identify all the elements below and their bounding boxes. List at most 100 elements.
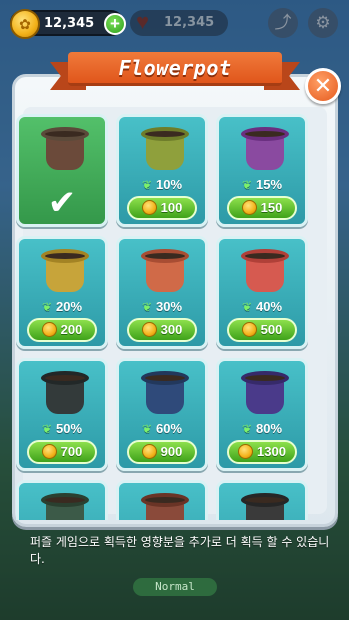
sprout-icon: ❦: [241, 422, 253, 436]
pot-bonus: ❦ 15%: [219, 177, 305, 192]
pot-bonus: ❦ 40%: [219, 299, 305, 314]
flowerpot-icon: [41, 371, 89, 415]
coin-icon: [141, 444, 157, 459]
flowerpot-icon: [41, 249, 89, 293]
pot-rim: [241, 127, 289, 141]
top-hud: ✿ 12,345 + ♥ 12,345 ⤴ ⚙: [10, 8, 339, 39]
sprout-icon: ❦: [41, 422, 53, 436]
pot-bonus: ❦ 80%: [219, 421, 305, 436]
heart-amount: 12,345: [164, 15, 215, 30]
pot-body: [246, 136, 284, 170]
add-coins-button[interactable]: +: [104, 13, 126, 35]
pot-body: [146, 136, 184, 170]
pot-card[interactable]: ❦ 20% 200: [16, 236, 108, 349]
pot-price: 100: [160, 200, 183, 215]
pot-price: 1300: [257, 444, 286, 459]
pot-bonus: ❦ 20%: [19, 299, 105, 314]
share-button[interactable]: ⤴: [268, 8, 298, 38]
sprout-icon: ❦: [141, 300, 153, 314]
pot-card[interactable]: ❦ 15% 150: [216, 114, 308, 227]
pot-rim: [41, 493, 89, 507]
pot-bonus: ❦ 10%: [119, 177, 205, 192]
buy-pot-button[interactable]: 900: [127, 440, 197, 464]
close-button[interactable]: ✕: [305, 68, 341, 104]
pot-rim: [241, 493, 289, 507]
pot-rim: [241, 371, 289, 385]
coin-icon: [141, 322, 157, 337]
modal-title-ribbon: Flowerpot: [50, 52, 300, 90]
buy-pot-button[interactable]: 100: [127, 196, 197, 220]
flowerpot-icon: [241, 249, 289, 293]
pot-bonus-value: 60%: [156, 421, 183, 436]
flowerpot-icon: [141, 127, 189, 171]
pot-rim: [41, 127, 89, 141]
sprout-icon: ❦: [141, 178, 153, 192]
pot-bonus: ❦ 60%: [119, 421, 205, 436]
pot-body: [246, 380, 284, 414]
buy-pot-button[interactable]: 700: [27, 440, 97, 464]
buy-pot-button[interactable]: 500: [227, 318, 297, 342]
sprout-icon: ❦: [241, 300, 253, 314]
buy-pot-button[interactable]: 1300: [227, 440, 297, 464]
modal-title: Flowerpot: [118, 55, 232, 80]
pot-bonus: ❦ 30%: [119, 299, 205, 314]
description-text: 퍼즐 게임으로 획득한 영향분을 추가로 더 획득 할 수 있습니다.: [30, 535, 330, 566]
pot-price: 500: [260, 322, 283, 337]
pot-rim: [41, 371, 89, 385]
coin-icon: [141, 200, 157, 215]
pot-card[interactable]: ✔: [16, 114, 108, 227]
pot-card[interactable]: ❦ 80% 1300: [216, 358, 308, 471]
pot-price: 150: [260, 200, 283, 215]
coin-icon: ✿: [10, 9, 40, 39]
heart-icon: ♥: [136, 9, 150, 34]
pot-rim: [141, 371, 189, 385]
pot-card[interactable]: ❦ 40% 500: [216, 236, 308, 349]
flowerpot-icon: [241, 493, 289, 520]
flowerpot-icon: [141, 493, 189, 520]
pot-body: [46, 136, 84, 170]
flowerpot-icon: [41, 127, 89, 171]
coin-icon: [41, 444, 57, 459]
pot-body: [146, 380, 184, 414]
pot-bonus-value: 15%: [256, 177, 283, 192]
coin-icon: [241, 200, 257, 215]
pot-rim: [141, 493, 189, 507]
pot-card[interactable]: ❦ 30% 300: [116, 236, 208, 349]
pot-bonus: ❦ 50%: [19, 421, 105, 436]
pot-body: [46, 258, 84, 292]
pot-price: 700: [60, 444, 83, 459]
buy-pot-button[interactable]: 200: [27, 318, 97, 342]
settings-button[interactable]: ⚙: [308, 8, 338, 38]
pot-card[interactable]: ❦ 50% 700: [16, 358, 108, 471]
coin-icon: [41, 322, 57, 337]
pot-body: [146, 258, 184, 292]
buy-pot-button[interactable]: 150: [227, 196, 297, 220]
pot-card[interactable]: [216, 480, 308, 520]
pot-bonus-value: 40%: [256, 299, 283, 314]
mode-tab-normal[interactable]: Normal: [133, 578, 217, 596]
sprout-icon: ❦: [141, 422, 153, 436]
pot-body: [46, 380, 84, 414]
pot-bonus-value: 20%: [56, 299, 83, 314]
pot-card[interactable]: ❦ 10% 100: [116, 114, 208, 227]
pot-rim: [141, 127, 189, 141]
pot-card[interactable]: [116, 480, 208, 520]
pot-rim: [41, 249, 89, 263]
sprout-icon: ❦: [41, 300, 53, 314]
coin-counter: ✿ 12,345 +: [10, 9, 126, 39]
pot-rim: [141, 249, 189, 263]
flowerpot-icon: [241, 127, 289, 171]
pot-price: 300: [160, 322, 183, 337]
selected-check-icon: ✔: [47, 184, 77, 222]
pot-bonus-value: 30%: [156, 299, 183, 314]
pot-grid: ✔ ❦ 10% 100 ❦ 15% 150 ❦ 20% 200 ❦ 30% 300 ❦ 40% 500 ❦ 50%…: [16, 114, 326, 520]
buy-pot-button[interactable]: 300: [127, 318, 197, 342]
coin-icon: [241, 322, 257, 337]
sprout-icon: ❦: [241, 178, 253, 192]
pot-card[interactable]: ❦ 60% 900: [116, 358, 208, 471]
flowerpot-icon: [241, 371, 289, 415]
pot-rim: [241, 249, 289, 263]
ribbon-band: Flowerpot: [68, 52, 282, 86]
pot-price: 200: [60, 322, 83, 337]
pot-card[interactable]: [16, 480, 108, 520]
